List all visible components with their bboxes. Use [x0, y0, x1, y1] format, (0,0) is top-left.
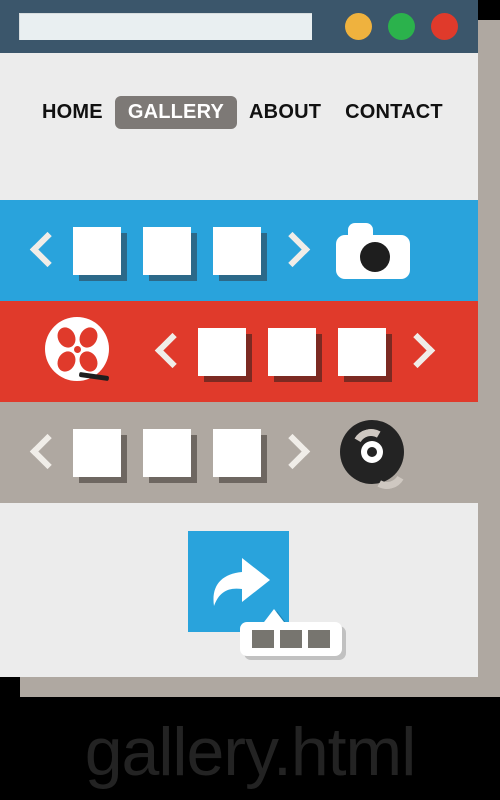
nav-item-about[interactable]: ABOUT	[237, 96, 333, 129]
popup-block	[308, 630, 330, 648]
cursor-pointer-icon	[240, 609, 342, 656]
photo-thumbnail[interactable]	[213, 226, 261, 275]
photo-thumbnail[interactable]	[73, 226, 121, 275]
nav-item-contact[interactable]: CONTACT	[333, 96, 455, 129]
videos-thumbnail-strip	[187, 327, 397, 376]
film-reel-icon	[45, 316, 111, 387]
photo-thumbnail[interactable]	[143, 226, 191, 275]
popup-block	[252, 630, 274, 648]
share-arrow-icon	[213, 558, 270, 606]
nav-item-gallery[interactable]: GALLERY	[114, 96, 238, 129]
window-minimize-button[interactable]	[345, 13, 372, 40]
nav-item-home[interactable]: HOME	[30, 96, 115, 129]
videos-carousel-row	[0, 301, 478, 402]
camera-icon	[336, 222, 410, 279]
photos-prev-button[interactable]	[22, 223, 62, 279]
videos-carousel-band	[0, 301, 478, 402]
audio-carousel-row	[0, 402, 478, 503]
video-thumbnail[interactable]	[338, 327, 386, 376]
audio-prev-button[interactable]	[22, 425, 62, 481]
gallery-content-area	[0, 503, 478, 677]
window-close-button[interactable]	[431, 13, 458, 40]
photos-next-button[interactable]	[272, 223, 312, 279]
video-thumbnail[interactable]	[198, 327, 246, 376]
audio-thumbnail[interactable]	[143, 428, 191, 477]
page-filename-caption: gallery.html	[84, 714, 417, 790]
browser-window: HOME GALLERY ABOUT CONTACT	[0, 0, 478, 677]
videos-next-button[interactable]	[397, 324, 437, 380]
audio-thumbnail[interactable]	[213, 428, 261, 477]
audio-carousel-band	[0, 402, 478, 503]
cursor-popup-body	[240, 622, 342, 656]
window-maximize-button[interactable]	[388, 13, 415, 40]
nav-menu: HOME GALLERY ABOUT CONTACT	[30, 96, 455, 129]
popup-block	[280, 630, 302, 648]
address-bar-input[interactable]	[19, 13, 312, 40]
photos-thumbnail-strip	[62, 226, 272, 275]
site-navigation-bar: HOME GALLERY ABOUT CONTACT	[0, 53, 478, 193]
video-thumbnail[interactable]	[268, 327, 316, 376]
audio-thumbnail-strip	[62, 428, 272, 477]
photos-carousel-band	[0, 200, 478, 301]
photos-carousel-row	[0, 200, 478, 301]
vinyl-record-icon	[340, 419, 411, 493]
videos-prev-button[interactable]	[147, 324, 187, 380]
audio-thumbnail[interactable]	[73, 428, 121, 477]
audio-next-button[interactable]	[272, 425, 312, 481]
browser-titlebar	[0, 0, 478, 53]
